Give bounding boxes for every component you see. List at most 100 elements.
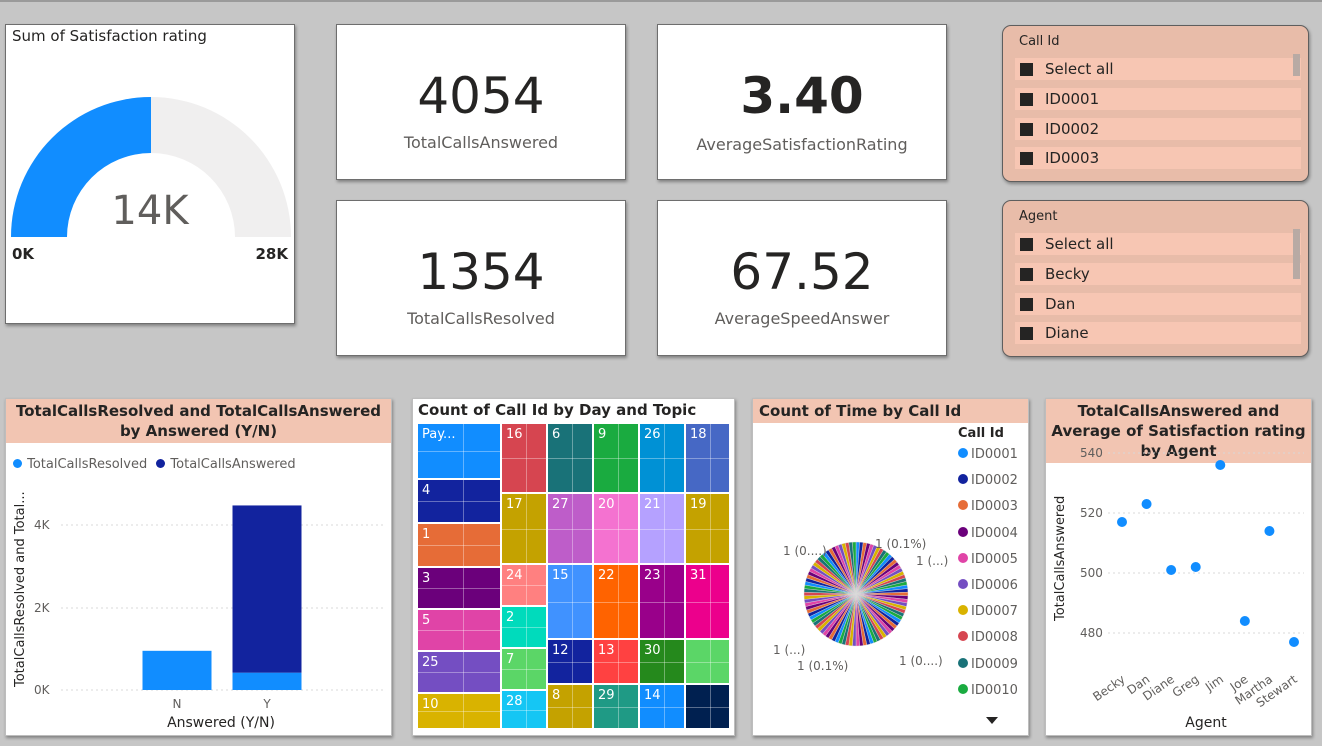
treemap-cell[interactable]: 16 (501, 423, 547, 493)
legend-dot-icon (958, 657, 968, 668)
treemap-cell[interactable]: 28 (501, 690, 547, 729)
treemap-card[interactable]: Count of Call Id by Day and Topic 11Pay.… (412, 398, 735, 736)
treemap-cell[interactable]: Pay... (417, 423, 501, 479)
slicer-option-select-all[interactable]: Select all (1015, 58, 1301, 80)
slicer-option[interactable]: Dan (1015, 293, 1301, 315)
scatter-point[interactable] (1215, 460, 1226, 470)
treemap-label: 26 (644, 427, 661, 442)
gauge-card[interactable]: Sum of Satisfaction rating 14K 0K 28K (5, 24, 295, 324)
checkbox-icon[interactable] (1020, 298, 1033, 311)
treemap-cell[interactable]: 6 (547, 423, 593, 493)
kpi-total-calls-resolved[interactable]: 1354 TotalCallsResolved (336, 200, 626, 356)
treemap-cell[interactable]: 17 (501, 493, 547, 564)
legend-item[interactable]: ID0007 (958, 604, 1018, 619)
x-tick-label: Y (262, 697, 271, 711)
scatter-point[interactable] (1264, 526, 1275, 536)
slicer-option[interactable]: ID0003 (1015, 147, 1301, 169)
legend-item[interactable]: ID0006 (958, 578, 1018, 593)
bar-chart-card[interactable]: TotalCallsResolved and TotalCallsAnswere… (5, 398, 392, 736)
checkbox-icon[interactable] (1020, 152, 1033, 165)
pie-chart-card[interactable]: Count of Time by Call Id 1 (0....) 1 (0.1… (752, 398, 1029, 736)
scrollbar[interactable] (1293, 54, 1300, 76)
legend-item[interactable]: ID0003 (958, 499, 1018, 514)
treemap-cell[interactable]: 5 (417, 609, 501, 651)
slicer-option[interactable]: ID0002 (1015, 118, 1301, 140)
checkbox-icon[interactable] (1020, 238, 1033, 251)
treemap-cell[interactable]: 29 (593, 684, 639, 729)
treemap-subcell (502, 458, 546, 459)
treemap-cell[interactable]: 1 (417, 523, 501, 567)
kpi-average-satisfaction[interactable]: 3.40 AverageSatisfactionRating (657, 24, 947, 180)
checkbox-icon[interactable] (1020, 123, 1033, 136)
treemap-cell[interactable]: 23 (639, 564, 685, 639)
checkbox-icon[interactable] (1020, 63, 1033, 76)
scatter-point[interactable] (1239, 616, 1250, 626)
scatter-point[interactable] (1166, 565, 1177, 575)
treemap-cell[interactable]: 22 (593, 564, 639, 639)
treemap-cell[interactable]: 18 (685, 423, 730, 493)
treemap-subcell (418, 501, 500, 502)
slicer-call-id[interactable]: Call Id Select all ID0001 ID0002 ID0003 (1002, 25, 1309, 182)
checkbox-icon[interactable] (1020, 327, 1033, 340)
scatter-point[interactable] (1190, 562, 1201, 572)
treemap-cell[interactable]: 2 (501, 606, 547, 648)
bar-TotalCallsResolved-Y[interactable] (232, 672, 302, 690)
treemap-cell[interactable]: 31 (685, 564, 730, 639)
bar-TotalCallsResolved-N[interactable] (142, 650, 212, 690)
treemap-cell[interactable]: 9 (593, 423, 639, 493)
treemap-cell[interactable]: 21 (639, 493, 685, 564)
treemap-cell[interactable]: 4 (417, 479, 501, 523)
legend-item[interactable]: ID0002 (958, 473, 1018, 488)
kpi-value: 4054 (417, 67, 545, 125)
scrollbar[interactable] (1293, 229, 1300, 279)
slicer-option[interactable]: Diane (1015, 322, 1301, 344)
treemap-cell[interactable]: 25 (417, 651, 501, 693)
treemap-cell[interactable]: 7 (501, 648, 547, 690)
legend-item[interactable]: ID0005 (958, 552, 1018, 567)
treemap-cell[interactable]: 10 (417, 693, 501, 729)
treemap-subcell (548, 661, 592, 663)
slicer-option[interactable]: ID0001 (1015, 88, 1301, 110)
treemap-cell[interactable]: 13 (593, 639, 639, 684)
treemap-cell[interactable] (685, 639, 730, 684)
slicer-agent[interactable]: Agent Select all Becky Dan Diane (1002, 200, 1309, 357)
treemap-cell[interactable]: 20 (593, 493, 639, 564)
treemap-cell[interactable]: 14 (639, 684, 685, 729)
pie-data-label: 1 (0.1%) (875, 537, 926, 551)
legend-item[interactable]: ID0008 (958, 630, 1018, 645)
x-tick-label: Greg (1170, 672, 1202, 700)
checkbox-icon[interactable] (1020, 93, 1033, 106)
treemap-cell[interactable]: 12 (547, 639, 593, 684)
treemap-cell[interactable]: 8 (547, 684, 593, 729)
treemap-subcell (594, 528, 638, 530)
legend-item[interactable]: ID0010 (958, 683, 1018, 698)
treemap-label: 4 (422, 483, 431, 498)
treemap-cell[interactable]: 26 (639, 423, 685, 493)
treemap-cell[interactable]: 3 (417, 567, 501, 609)
scatter-point[interactable] (1117, 517, 1127, 527)
scatter-point[interactable] (1289, 637, 1299, 647)
treemap-cell[interactable]: 24 (501, 564, 547, 606)
treemap-subcell (418, 672, 500, 673)
legend-item[interactable]: ID0009 (958, 657, 1018, 672)
scatter-chart-card[interactable]: TotalCallsAnswered and Average of Satisf… (1045, 398, 1312, 736)
chevron-down-icon[interactable] (986, 717, 998, 724)
treemap-cell[interactable] (685, 684, 730, 729)
legend-item[interactable]: ID0004 (958, 526, 1018, 541)
bar-TotalCallsAnswered-Y[interactable] (232, 505, 302, 673)
treemap-cell[interactable]: 27 (547, 493, 593, 564)
treemap-cell[interactable]: 30 (639, 639, 685, 684)
slicer-option[interactable]: Becky (1015, 263, 1301, 285)
treemap-cell[interactable]: 19 (685, 493, 730, 564)
kpi-average-speed-answer[interactable]: 67.52 AverageSpeedAnswer (657, 200, 947, 356)
legend-item[interactable]: ID0001 (958, 447, 1018, 462)
scatter-point[interactable] (1141, 499, 1152, 509)
treemap-cell[interactable]: 15 (547, 564, 593, 639)
checkbox-icon[interactable] (1020, 268, 1033, 281)
treemap-subcell (594, 706, 638, 708)
kpi-total-calls-answered[interactable]: 4054 TotalCallsAnswered (336, 24, 626, 180)
kpi-label: TotalCallsResolved (407, 309, 555, 328)
slicer-option-select-all[interactable]: Select all (1015, 233, 1301, 255)
treemap-subcell (686, 706, 729, 708)
pie-data-label: 1 (0....) (783, 544, 827, 558)
